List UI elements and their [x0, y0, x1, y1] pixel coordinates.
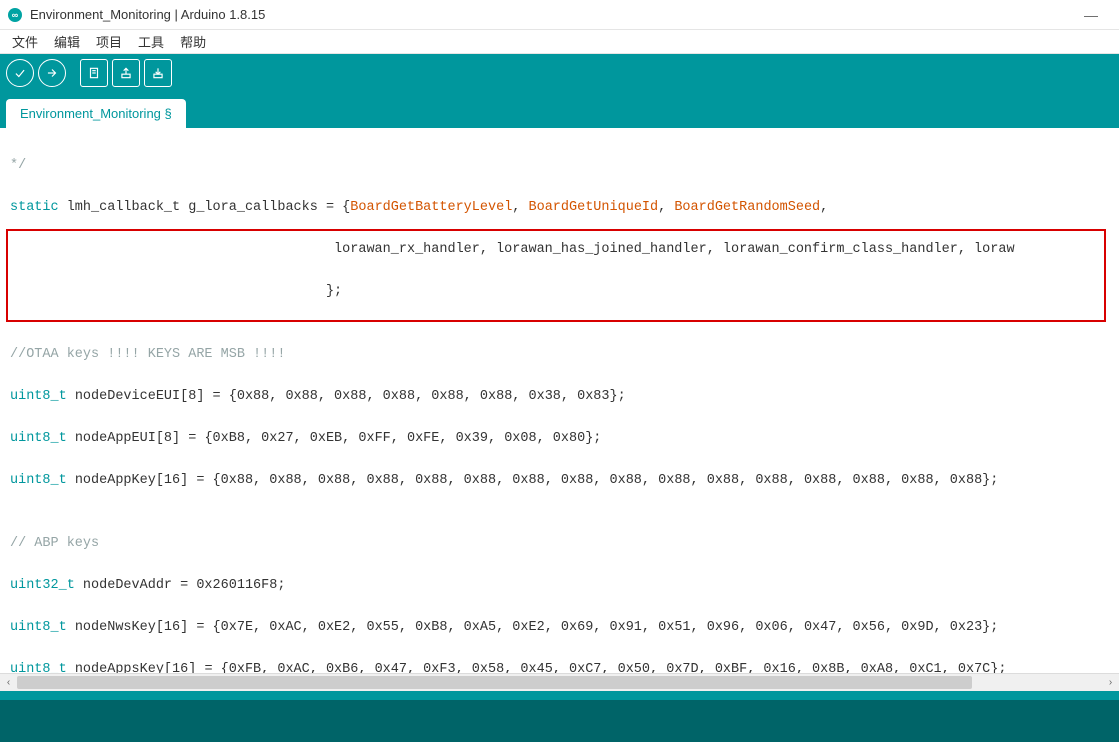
menu-tools[interactable]: 工具	[130, 30, 172, 53]
code-type: uint8_t	[10, 473, 67, 488]
code-text: lmh_callback_t g_lora_callbacks = {	[59, 200, 351, 215]
scroll-thumb[interactable]	[17, 676, 972, 689]
code-text: nodeAppEUI[8] = {0xB8, 0x27, 0xEB, 0xFF,…	[67, 431, 602, 446]
code-function: BoardGetRandomSeed	[674, 200, 820, 215]
minimize-button[interactable]: —	[1071, 0, 1111, 30]
toolbar	[0, 54, 1119, 92]
code-comment: // ABP keys	[10, 536, 99, 551]
title-bar: ∞ Environment_Monitoring | Arduino 1.8.1…	[0, 0, 1119, 30]
code-text: lorawan_rx_handler, lorawan_has_joined_h…	[10, 242, 1015, 257]
upload-button[interactable]	[38, 59, 66, 87]
code-text: nodeAppKey[16] = {0x88, 0x88, 0x88, 0x88…	[67, 473, 999, 488]
file-icon	[87, 66, 101, 80]
menu-bar: 文件 编辑 项目 工具 帮助	[0, 30, 1119, 54]
arduino-app-icon: ∞	[8, 8, 22, 22]
save-button[interactable]	[144, 59, 172, 87]
code-text: ,	[658, 200, 674, 215]
check-icon	[13, 66, 27, 80]
scroll-left-arrow[interactable]: ‹	[0, 674, 17, 691]
code-text: ,	[820, 200, 828, 215]
scroll-track[interactable]	[17, 674, 1102, 691]
verify-button[interactable]	[6, 59, 34, 87]
menu-help[interactable]: 帮助	[172, 30, 214, 53]
code-type: uint8_t	[10, 620, 67, 635]
arrow-up-icon	[119, 66, 133, 80]
menu-file[interactable]: 文件	[4, 30, 46, 53]
code-editor[interactable]: */ static lmh_callback_t g_lora_callback…	[0, 128, 1119, 690]
status-bar	[0, 690, 1119, 700]
arrow-right-icon	[45, 66, 59, 80]
menu-edit[interactable]: 编辑	[46, 30, 88, 53]
code-comment: //OTAA keys !!!! KEYS ARE MSB !!!!	[10, 347, 285, 362]
code-type: uint8_t	[10, 431, 67, 446]
new-button[interactable]	[80, 59, 108, 87]
code-type: uint32_t	[10, 578, 75, 593]
window-title: Environment_Monitoring | Arduino 1.8.15	[30, 7, 265, 22]
console-area	[0, 700, 1119, 742]
code-comment: */	[10, 158, 26, 173]
menu-project[interactable]: 项目	[88, 30, 130, 53]
open-button[interactable]	[112, 59, 140, 87]
arrow-down-icon	[151, 66, 165, 80]
tab-environment-monitoring[interactable]: Environment_Monitoring §	[6, 99, 186, 128]
scroll-right-arrow[interactable]: ›	[1102, 674, 1119, 691]
tab-bar: Environment_Monitoring §	[0, 92, 1119, 128]
code-text: nodeDevAddr = 0x260116F8;	[75, 578, 286, 593]
horizontal-scrollbar[interactable]: ‹ ›	[0, 673, 1119, 690]
code-function: BoardGetBatteryLevel	[350, 200, 512, 215]
code-text: ,	[512, 200, 528, 215]
code-keyword: static	[10, 200, 59, 215]
code-text: nodeNwsKey[16] = {0x7E, 0xAC, 0xE2, 0x55…	[67, 620, 999, 635]
code-text: nodeDeviceEUI[8] = {0x88, 0x88, 0x88, 0x…	[67, 389, 626, 404]
code-function: BoardGetUniqueId	[529, 200, 659, 215]
code-type: uint8_t	[10, 389, 67, 404]
code-text: };	[10, 284, 342, 299]
